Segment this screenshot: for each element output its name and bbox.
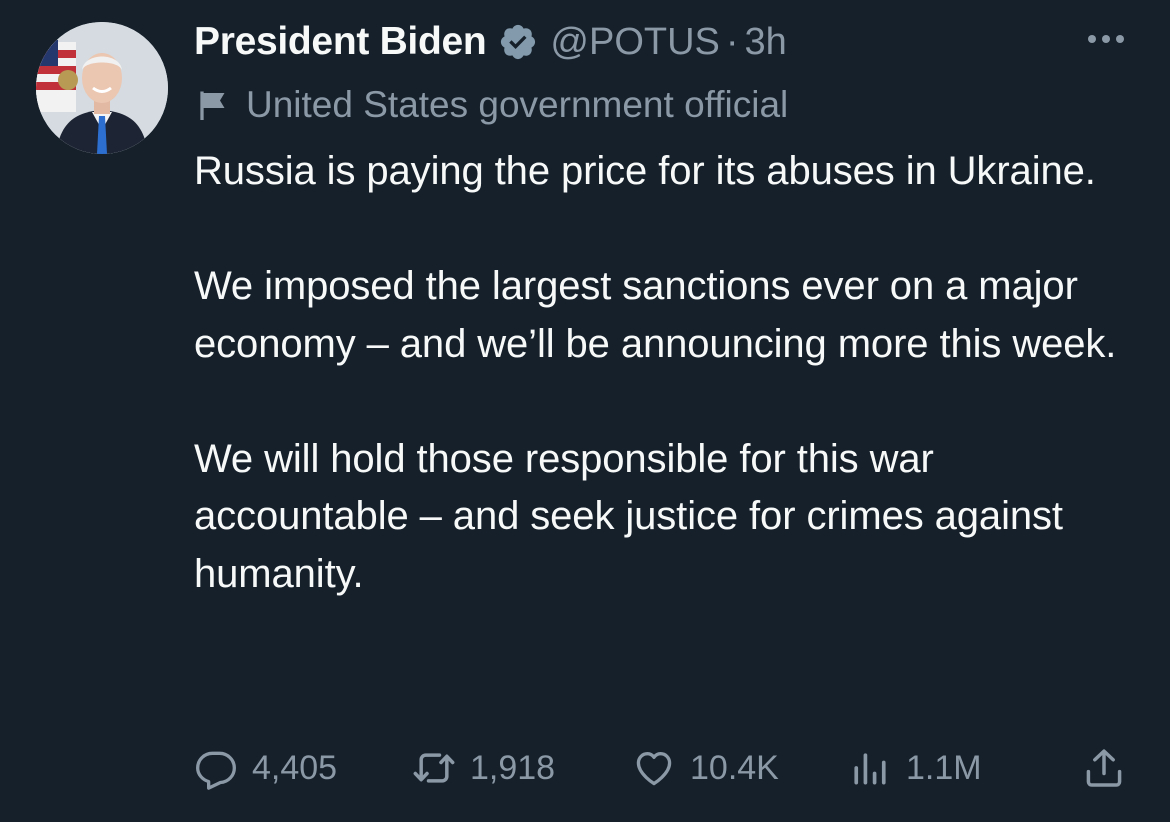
affiliation-label[interactable]: United States government official <box>196 80 788 130</box>
affiliation-text: United States government official <box>246 84 789 125</box>
author-name[interactable]: President Biden <box>194 20 487 64</box>
tweet-time[interactable]: 3h <box>745 21 787 64</box>
avatar-image <box>36 22 168 154</box>
tweet-paragraph: We will hold those responsible for this … <box>194 436 1063 596</box>
separator-dot: · <box>725 20 739 63</box>
views-button[interactable]: 1.1M <box>848 740 982 796</box>
tweet-text: Russia is paying the price for its abuse… <box>194 143 1124 603</box>
share-icon <box>1082 746 1126 790</box>
analytics-icon <box>848 746 892 790</box>
reply-button[interactable]: 4,405 <box>194 740 337 796</box>
tweet-paragraph: Russia is paying the price for its abuse… <box>194 149 1096 193</box>
author-handle[interactable]: @POTUS <box>550 21 719 64</box>
share-button[interactable] <box>1082 740 1140 796</box>
more-horizontal-icon <box>1084 32 1128 50</box>
retweet-button[interactable]: 1,918 <box>412 740 555 796</box>
more-options-button[interactable] <box>1082 24 1130 58</box>
heart-icon <box>632 746 676 790</box>
reply-count: 4,405 <box>252 748 338 787</box>
retweet-icon <box>412 746 456 790</box>
action-bar: 4,405 1,918 10.4K 1.1M <box>194 740 1134 796</box>
avatar[interactable] <box>36 22 168 154</box>
verified-badge-icon[interactable] <box>498 22 538 62</box>
tweet-paragraph: We imposed the largest sanctions ever on… <box>194 264 1117 366</box>
tweet-header: President Biden @POTUS · 3h <box>194 16 787 68</box>
like-button[interactable]: 10.4K <box>632 740 779 796</box>
like-count: 10.4K <box>690 748 779 787</box>
tweet: President Biden @POTUS · 3h United State… <box>0 0 1170 822</box>
retweet-count: 1,918 <box>470 748 556 787</box>
flag-icon <box>196 87 232 123</box>
views-count: 1.1M <box>906 748 982 787</box>
reply-icon <box>194 746 238 790</box>
